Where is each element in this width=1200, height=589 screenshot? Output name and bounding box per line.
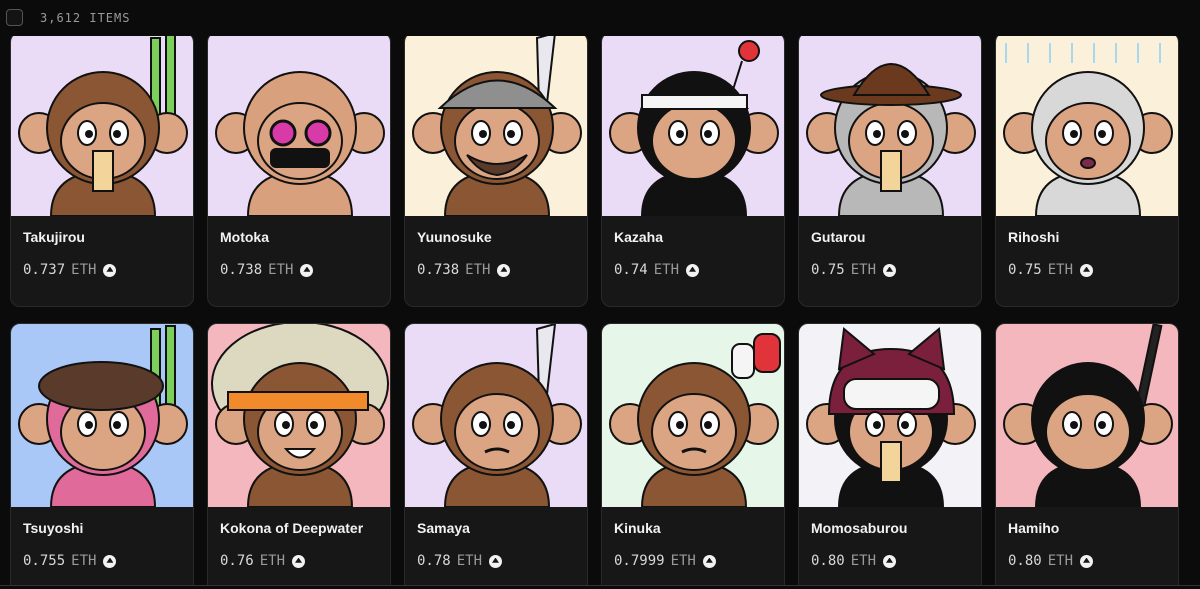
nft-card[interactable]: Rihoshi 0.75 ETH	[995, 32, 1179, 307]
nft-card[interactable]: Tsuyoshi 0.755 ETH	[10, 323, 194, 589]
nft-price: 0.80 ETH	[811, 553, 897, 569]
divider	[0, 585, 1200, 589]
nft-image[interactable]	[208, 324, 390, 507]
nft-price: 0.74 ETH	[614, 262, 700, 278]
nft-card[interactable]: Kinuka 0.7999 ETH	[601, 323, 785, 589]
nft-price: 0.80 ETH	[1008, 553, 1094, 569]
chain-icon	[103, 263, 117, 277]
toolbar: 3,612 ITEMS	[0, 0, 1200, 36]
price-currency: ETH	[850, 553, 877, 569]
nft-price: 0.755 ETH	[23, 553, 117, 569]
price-currency: ETH	[71, 553, 97, 569]
nft-image[interactable]	[602, 33, 784, 216]
price-currency: ETH	[850, 262, 877, 278]
price-value: 0.7999	[614, 553, 665, 569]
chain-icon	[1080, 554, 1094, 568]
nft-price: 0.75 ETH	[811, 262, 897, 278]
price-value: 0.755	[23, 553, 66, 569]
nft-name[interactable]: Takujirou	[23, 229, 85, 245]
price-value: 0.737	[23, 262, 66, 278]
price-value: 0.74	[614, 262, 648, 278]
price-currency: ETH	[653, 262, 680, 278]
nft-image[interactable]	[11, 324, 193, 507]
price-currency: ETH	[456, 553, 483, 569]
chain-icon	[497, 263, 511, 277]
nft-image[interactable]	[799, 324, 981, 507]
nft-price: 0.737 ETH	[23, 262, 117, 278]
nft-image[interactable]	[799, 33, 981, 216]
nft-name[interactable]: Samaya	[417, 520, 470, 536]
price-currency: ETH	[259, 553, 286, 569]
nft-image[interactable]	[405, 33, 587, 216]
nft-name[interactable]: Gutarou	[811, 229, 865, 245]
nft-card[interactable]: Motoka 0.738 ETH	[207, 32, 391, 307]
price-currency: ETH	[670, 553, 696, 569]
price-value: 0.76	[220, 553, 254, 569]
item-count: 3,612 ITEMS	[40, 11, 131, 25]
price-value: 0.738	[417, 262, 460, 278]
price-value: 0.75	[811, 262, 845, 278]
price-value: 0.78	[417, 553, 451, 569]
nft-price: 0.76 ETH	[220, 553, 306, 569]
nft-name[interactable]: Kazaha	[614, 229, 663, 245]
nft-card[interactable]: Samaya 0.78 ETH	[404, 323, 588, 589]
nft-image[interactable]	[996, 33, 1178, 216]
nft-card[interactable]: Gutarou 0.75 ETH	[798, 32, 982, 307]
nft-name[interactable]: Hamiho	[1008, 520, 1059, 536]
price-currency: ETH	[1047, 262, 1074, 278]
nft-card[interactable]: Takujirou 0.737 ETH	[10, 32, 194, 307]
chain-icon	[489, 554, 503, 568]
nft-card[interactable]: Kazaha 0.74 ETH	[601, 32, 785, 307]
chain-icon	[883, 554, 897, 568]
nft-image[interactable]	[208, 33, 390, 216]
nft-image[interactable]	[602, 324, 784, 507]
nft-price: 0.7999 ETH	[614, 553, 716, 569]
chain-icon	[1080, 263, 1094, 277]
chain-icon	[292, 554, 306, 568]
price-value: 0.738	[220, 262, 263, 278]
nft-name[interactable]: Yuunosuke	[417, 229, 492, 245]
nft-name[interactable]: Kokona of Deepwater	[220, 520, 363, 536]
nft-price: 0.738 ETH	[220, 262, 314, 278]
nft-card[interactable]: Momosaburou 0.80 ETH	[798, 323, 982, 589]
nft-name[interactable]: Kinuka	[614, 520, 661, 536]
nft-name[interactable]: Tsuyoshi	[23, 520, 83, 536]
select-all-checkbox[interactable]	[6, 9, 23, 26]
price-value: 0.80	[1008, 553, 1042, 569]
price-currency: ETH	[465, 262, 491, 278]
price-currency: ETH	[268, 262, 294, 278]
nft-image[interactable]	[996, 324, 1178, 507]
chain-icon	[883, 263, 897, 277]
chain-icon	[103, 554, 117, 568]
nft-name[interactable]: Rihoshi	[1008, 229, 1059, 245]
nft-card[interactable]: Hamiho 0.80 ETH	[995, 323, 1179, 589]
price-currency: ETH	[71, 262, 97, 278]
chain-icon	[300, 263, 314, 277]
nft-price: 0.75 ETH	[1008, 262, 1094, 278]
nft-name[interactable]: Momosaburou	[811, 520, 907, 536]
nft-image[interactable]	[405, 324, 587, 507]
nft-card[interactable]: Kokona of Deepwater 0.76 ETH	[207, 323, 391, 589]
price-value: 0.80	[811, 553, 845, 569]
nft-price: 0.738 ETH	[417, 262, 511, 278]
nft-name[interactable]: Motoka	[220, 229, 269, 245]
price-value: 0.75	[1008, 262, 1042, 278]
chain-icon	[702, 554, 716, 568]
nft-card[interactable]: Yuunosuke 0.738 ETH	[404, 32, 588, 307]
chain-icon	[686, 263, 700, 277]
price-currency: ETH	[1047, 553, 1074, 569]
nft-price: 0.78 ETH	[417, 553, 503, 569]
nft-image[interactable]	[11, 33, 193, 216]
